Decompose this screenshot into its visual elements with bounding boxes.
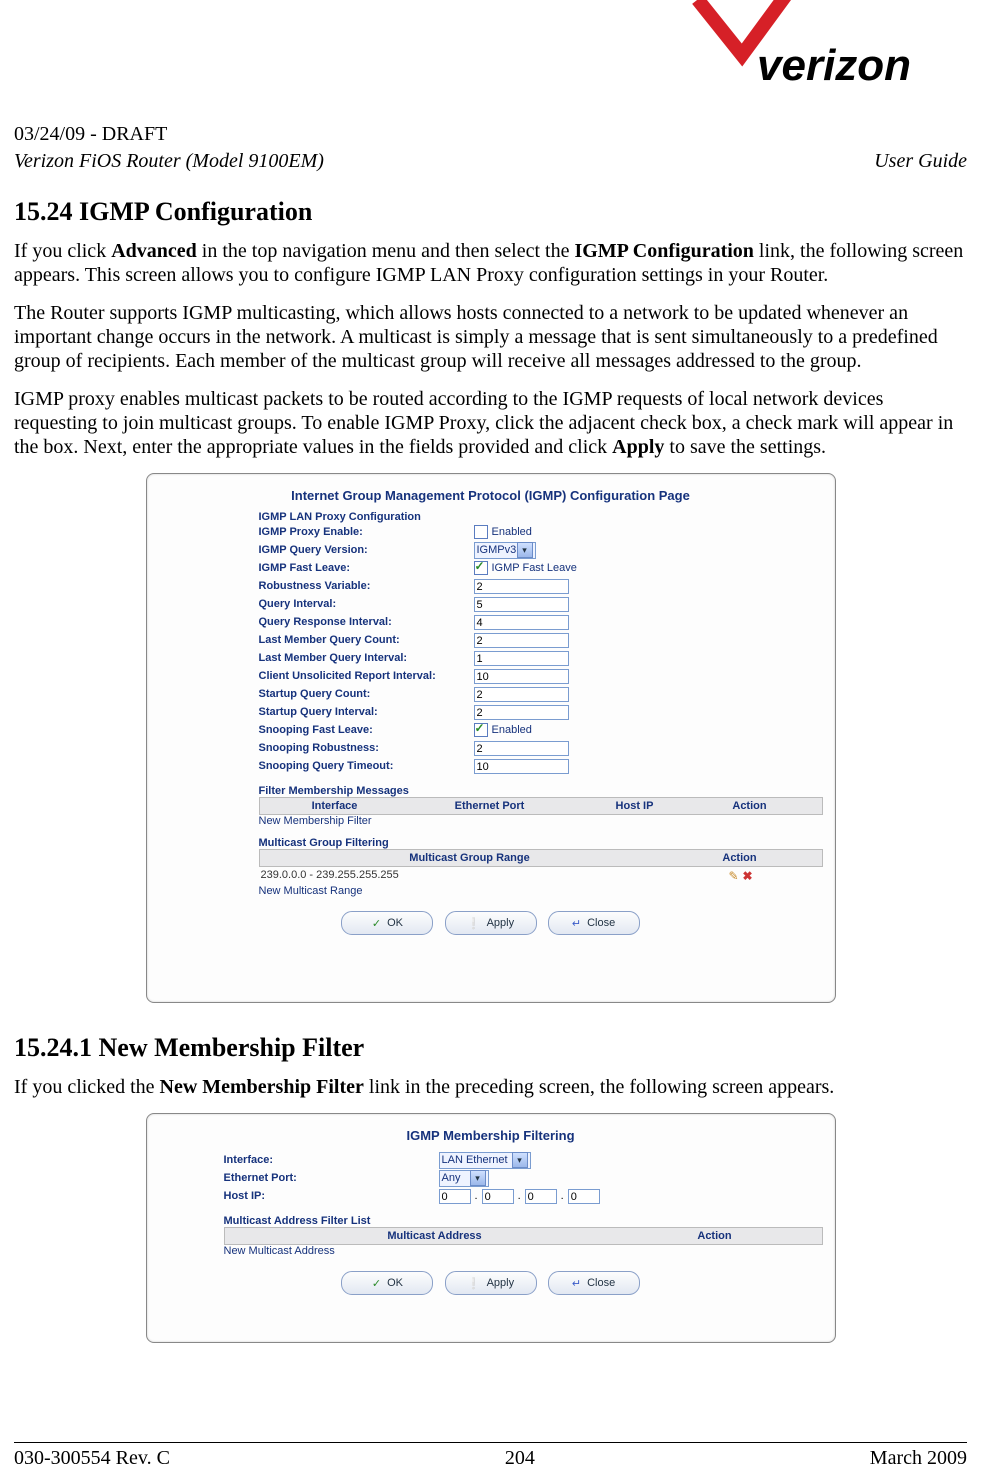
multicast-group-header: Multicast Group Filtering	[259, 837, 823, 849]
query-interval-label: Query Interval:	[259, 598, 474, 610]
filter-table-header: Interface Ethernet Port Host IP Action	[259, 797, 823, 815]
host-ip-octet-3[interactable]: 0	[525, 1189, 557, 1204]
host-ip-label: Host IP:	[224, 1190, 439, 1202]
exclaim-icon: ❕	[467, 1277, 481, 1290]
host-ip-octet-4[interactable]: 0	[568, 1189, 600, 1204]
lm-interval-label: Last Member Query Interval:	[259, 652, 474, 664]
svg-text:verizon: verizon	[757, 41, 911, 90]
exclaim-icon: ❕	[467, 917, 481, 930]
query-interval-input[interactable]: 5	[474, 597, 569, 612]
para-4: If you clicked the New Membership Filter…	[14, 1075, 967, 1099]
snoop-robust-label: Snooping Robustness:	[259, 742, 474, 754]
lan-proxy-header: IGMP LAN Proxy Configuration	[259, 511, 823, 523]
panel1-title: Internet Group Management Protocol (IGMP…	[159, 488, 823, 503]
igmp-membership-panel: IGMP Membership Filtering Interface: LAN…	[146, 1113, 836, 1343]
para-2: The Router supports IGMP multicasting, w…	[14, 301, 967, 373]
ethernet-port-select[interactable]: Any▾	[439, 1170, 489, 1187]
check-icon: ✓	[372, 1277, 381, 1290]
ok-button[interactable]: ✓OK	[341, 1271, 433, 1295]
proxy-enable-checkbox[interactable]: Enabled	[474, 525, 532, 539]
footer-page-number: 204	[505, 1447, 535, 1470]
chevron-down-icon: ▾	[512, 1152, 528, 1168]
doc-type: User Guide	[874, 150, 967, 173]
new-membership-filter-link[interactable]: New Membership Filter	[259, 815, 823, 827]
fast-leave-label: IGMP Fast Leave:	[259, 562, 474, 574]
footer-right: March 2009	[870, 1447, 967, 1470]
section-15-24-title: 15.24 IGMP Configuration	[14, 197, 967, 227]
multicast-address-table-header: Multicast Address Action	[224, 1227, 823, 1245]
delete-icon[interactable]: ✖	[743, 869, 753, 883]
robustness-label: Robustness Variable:	[259, 580, 474, 592]
new-multicast-range-link[interactable]: New Multicast Range	[259, 885, 823, 897]
startup-interval-label: Startup Query Interval:	[259, 706, 474, 718]
startup-count-label: Startup Query Count:	[259, 688, 474, 700]
panel2-title: IGMP Membership Filtering	[159, 1128, 823, 1143]
para-1: If you click Advanced in the top navigat…	[14, 239, 967, 287]
filter-messages-header: Filter Membership Messages	[259, 785, 823, 797]
apply-button[interactable]: ❕Apply	[445, 1271, 537, 1295]
robustness-input[interactable]: 2	[474, 579, 569, 594]
multicast-group-table-header: Multicast Group Range Action	[259, 849, 823, 867]
igmp-config-panel: Internet Group Management Protocol (IGMP…	[146, 473, 836, 1003]
return-icon: ↵	[572, 917, 581, 930]
chevron-down-icon: ▾	[470, 1170, 486, 1186]
startup-count-input[interactable]: 2	[474, 687, 569, 702]
apply-button[interactable]: ❕Apply	[445, 911, 537, 935]
chevron-down-icon: ▾	[517, 542, 533, 558]
query-resp-label: Query Response Interval:	[259, 616, 474, 628]
multicast-group-row: 239.0.0.0 - 239.255.255.255 ✎✖	[259, 867, 823, 885]
snoop-fast-checkbox[interactable]: Enabled	[474, 723, 532, 737]
interface-select[interactable]: LAN Ethernet▾	[439, 1152, 531, 1169]
check-icon: ✓	[372, 917, 381, 930]
return-icon: ↵	[572, 1277, 581, 1290]
proxy-enable-label: IGMP Proxy Enable:	[259, 526, 474, 538]
query-resp-input[interactable]: 4	[474, 615, 569, 630]
snoop-timeout-input[interactable]: 10	[474, 759, 569, 774]
product-name: Verizon FiOS Router (Model 9100EM)	[14, 150, 324, 173]
fast-leave-checkbox[interactable]: IGMP Fast Leave	[474, 561, 577, 575]
close-button[interactable]: ↵Close	[548, 911, 640, 935]
multicast-address-list-header: Multicast Address Filter List	[224, 1215, 823, 1227]
startup-interval-input[interactable]: 2	[474, 705, 569, 720]
edit-icon[interactable]: ✎	[728, 869, 738, 883]
query-version-label: IGMP Query Version:	[259, 544, 474, 556]
lm-count-input[interactable]: 2	[474, 633, 569, 648]
para-3: IGMP proxy enables multicast packets to …	[14, 387, 967, 459]
footer-left: 030-300554 Rev. C	[14, 1447, 170, 1470]
query-version-select[interactable]: IGMPv3▾	[474, 542, 536, 559]
unsolicited-input[interactable]: 10	[474, 669, 569, 684]
section-15-24-1-title: 15.24.1 New Membership Filter	[14, 1033, 967, 1063]
interface-label: Interface:	[224, 1154, 439, 1166]
snoop-fast-label: Snooping Fast Leave:	[259, 724, 474, 736]
snoop-robust-input[interactable]: 2	[474, 741, 569, 756]
ok-button[interactable]: ✓OK	[341, 911, 433, 935]
new-multicast-address-link[interactable]: New Multicast Address	[224, 1245, 823, 1257]
host-ip-octet-2[interactable]: 0	[482, 1189, 514, 1204]
ethernet-port-label: Ethernet Port:	[224, 1172, 439, 1184]
host-ip-octet-1[interactable]: 0	[439, 1189, 471, 1204]
snoop-timeout-label: Snooping Query Timeout:	[259, 760, 474, 772]
date-draft: 03/24/09 - DRAFT	[14, 123, 967, 146]
lm-interval-input[interactable]: 1	[474, 651, 569, 666]
close-button[interactable]: ↵Close	[548, 1271, 640, 1295]
unsolicited-label: Client Unsolicited Report Interval:	[259, 670, 474, 682]
verizon-logo: verizon	[687, 0, 967, 95]
lm-count-label: Last Member Query Count:	[259, 634, 474, 646]
